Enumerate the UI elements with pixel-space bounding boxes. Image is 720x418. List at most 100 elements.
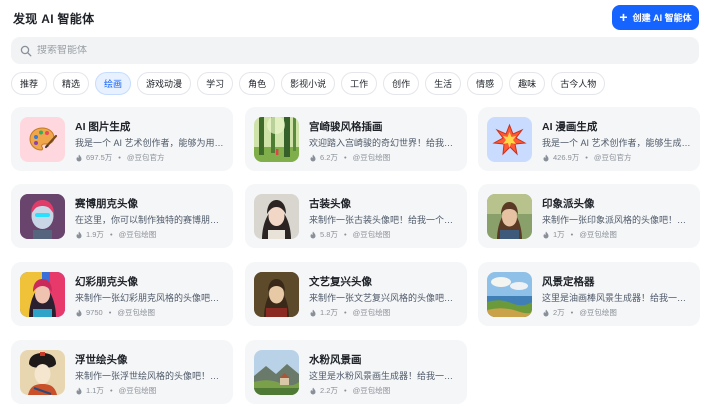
flame-icon xyxy=(543,154,549,161)
agent-author: @豆包绘图 xyxy=(352,386,391,395)
agent-card[interactable]: AI 图片生成 我是一个 AI 艺术创作者，能够为用户生成图片 697.5万• … xyxy=(11,107,233,171)
agent-card[interactable]: 印象派头像 来制作一张印象派风格的头像吧！给我一个关键词 1万• @豆包绘图 xyxy=(478,184,700,248)
tab-games-anime[interactable]: 游戏动漫 xyxy=(137,72,192,95)
agent-meta: 2万 • @豆包绘图 xyxy=(542,307,617,318)
agent-author: @豆包绘图 xyxy=(118,230,157,239)
agent-title: 赛博朋克头像 xyxy=(75,198,138,210)
agent-title: AI 漫画生成 xyxy=(542,121,598,133)
agent-description: 欢迎踏入宫崎骏的奇幻世界！给我一个主题吧 xyxy=(309,138,459,148)
header: 发现 AI 智能体 + 创建 AI 智能体 xyxy=(0,0,720,36)
agent-title: 浮世绘头像 xyxy=(75,354,128,366)
gouache-landscape-icon xyxy=(254,350,299,395)
agent-card[interactable]: 幻彩朋克头像 来制作一张幻彩朋克风格的头像吧！给我一个关键词 9750• @豆包… xyxy=(11,262,233,326)
agent-card[interactable]: 古装头像 来制作一张古装头像吧！给我一个关键词 5.8万 • @豆包绘图 xyxy=(245,184,467,248)
use-count: 426.9万 xyxy=(553,153,580,162)
agent-meta: 1.1万 • @豆包绘图 xyxy=(75,385,156,396)
agent-card[interactable]: 浮世绘头像 来制作一张浮世绘风格的头像吧！给我一个关键词 1.1万• @豆包绘图 xyxy=(11,340,233,404)
agent-meta: 1.2万 • @豆包绘图 xyxy=(309,307,390,318)
tab-film-novel[interactable]: 影视小说 xyxy=(281,72,336,95)
use-count: 1.9万 xyxy=(86,230,104,239)
agent-description: 来制作一张文艺复兴风格的头像吧！给我一个关键词 xyxy=(309,293,459,303)
agent-author: @豆包官方 xyxy=(593,153,632,162)
agent-author: @豆包官方 xyxy=(126,153,165,162)
flame-icon xyxy=(310,231,316,238)
use-count: 5.8万 xyxy=(320,230,338,239)
agent-author: @豆包绘图 xyxy=(117,308,155,317)
forest-icon xyxy=(254,117,299,162)
flame-icon xyxy=(76,309,82,316)
flame-icon xyxy=(543,231,549,238)
agent-title: 宫崎骏风格插画 xyxy=(309,121,383,133)
agent-card[interactable]: AI 漫画生成 我是一个 AI 艺术创作者，能够生成漫画 426.9万 • @豆包… xyxy=(478,107,700,171)
landscape-icon xyxy=(487,272,532,317)
agent-title: 古装头像 xyxy=(309,198,351,210)
create-agent-button[interactable]: + 创建 AI 智能体 xyxy=(612,5,699,30)
agent-title: 文艺复兴头像 xyxy=(309,276,372,288)
flame-icon xyxy=(543,309,549,316)
flame-icon xyxy=(76,387,82,394)
agent-description: 在这里，你可以制作独特的赛博朋克风格头像 xyxy=(75,215,225,225)
agent-description: 我是一个 AI 艺术创作者，能够生成漫画 xyxy=(542,138,692,148)
flame-icon xyxy=(310,154,316,161)
use-count: 6.2万 xyxy=(320,153,338,162)
use-count: 2万 xyxy=(553,308,565,317)
agent-title: AI 图片生成 xyxy=(75,121,131,133)
agent-meta: 9750 • @豆包绘图 xyxy=(75,307,155,318)
tab-recommend[interactable]: 推荐 xyxy=(11,72,48,95)
agent-description: 来制作一张浮世绘风格的头像吧！给我一个关键词 xyxy=(75,371,225,381)
tab-creation[interactable]: 创作 xyxy=(383,72,420,95)
agent-meta: 5.8万 • @豆包绘图 xyxy=(309,229,390,240)
tab-featured[interactable]: 精选 xyxy=(53,72,90,95)
agent-description: 来制作一张印象派风格的头像吧！给我一个关键词 xyxy=(542,215,692,225)
tab-work[interactable]: 工作 xyxy=(341,72,378,95)
agent-card[interactable]: 水粉风景画 这里是水粉风景画生成器！给我一个主题吧 2.2万• @豆包绘图 xyxy=(245,340,467,404)
use-count: 697.5万 xyxy=(86,153,113,162)
agent-meta: 1万 • @豆包绘图 xyxy=(542,229,617,240)
agent-author: @豆包绘图 xyxy=(352,153,391,162)
search-bar[interactable] xyxy=(11,37,699,64)
ukiyoe-avatar-icon xyxy=(20,350,65,395)
tab-emotion[interactable]: 情感 xyxy=(467,72,504,95)
agent-title: 风景定格器 xyxy=(542,276,595,288)
agent-title: 幻彩朋克头像 xyxy=(75,276,138,288)
search-icon xyxy=(20,45,32,56)
plus-icon: + xyxy=(619,9,628,25)
tab-fun[interactable]: 趣味 xyxy=(509,72,546,95)
agent-description: 来制作一张幻彩朋克风格的头像吧！给我一个关键词 xyxy=(75,293,225,303)
flame-icon xyxy=(310,387,316,394)
agent-description: 这里是水粉风景画生成器！给我一个主题吧 xyxy=(309,371,459,381)
agent-author: @豆包绘图 xyxy=(118,386,157,395)
agent-author: @豆包绘图 xyxy=(579,230,617,239)
tab-life[interactable]: 生活 xyxy=(425,72,462,95)
tab-historical-figures[interactable]: 古今人物 xyxy=(551,72,606,95)
agent-title: 印象派头像 xyxy=(542,198,595,210)
category-tabs: 推荐 精选 绘画 游戏动漫 学习 角色 影视小说 工作 创作 生活 情感 趣味 … xyxy=(11,72,606,96)
use-count: 9750 xyxy=(86,308,103,317)
agent-meta: 697.5万 • @豆包官方 xyxy=(75,152,165,163)
comic-burst-icon xyxy=(487,117,532,162)
tab-painting[interactable]: 绘画 xyxy=(95,72,132,95)
agent-card[interactable]: 赛博朋克头像 在这里，你可以制作独特的赛博朋克风格头像 1.9万• @豆包绘图 xyxy=(11,184,233,248)
agent-card[interactable]: 宫崎骏风格插画 欢迎踏入宫崎骏的奇幻世界！给我一个主题吧 6.2万• @豆包绘图 xyxy=(245,107,467,171)
agent-meta: 426.9万 • @豆包官方 xyxy=(542,152,632,163)
tab-study[interactable]: 学习 xyxy=(197,72,234,95)
search-input[interactable] xyxy=(37,45,637,56)
agent-author: @豆包绘图 xyxy=(352,308,391,317)
agent-author: @豆包绘图 xyxy=(579,308,617,317)
use-count: 1万 xyxy=(553,230,565,239)
use-count: 1.2万 xyxy=(320,308,338,317)
create-agent-label: 创建 AI 智能体 xyxy=(632,13,692,23)
agent-card[interactable]: 文艺复兴头像 来制作一张文艺复兴风格的头像吧！给我一个关键词 1.2万• @豆包… xyxy=(245,262,467,326)
agent-card[interactable]: 风景定格器 这里是油画棒风景生成器！给我一个主题吧 2万• @豆包绘图 xyxy=(478,262,700,326)
impressionist-avatar-icon xyxy=(487,194,532,239)
agent-title: 水粉风景画 xyxy=(309,354,362,366)
agent-description: 我是一个 AI 艺术创作者，能够为用户生成图片 xyxy=(75,138,225,148)
use-count: 1.1万 xyxy=(86,386,104,395)
agent-description: 这里是油画棒风景生成器！给我一个主题吧 xyxy=(542,293,692,303)
cyberpunk-avatar-icon xyxy=(20,194,65,239)
ancient-avatar-icon xyxy=(254,194,299,239)
tab-characters[interactable]: 角色 xyxy=(239,72,276,95)
flame-icon xyxy=(76,231,82,238)
agent-meta: 2.2万 • @豆包绘图 xyxy=(309,385,390,396)
agent-author: @豆包绘图 xyxy=(352,230,391,239)
